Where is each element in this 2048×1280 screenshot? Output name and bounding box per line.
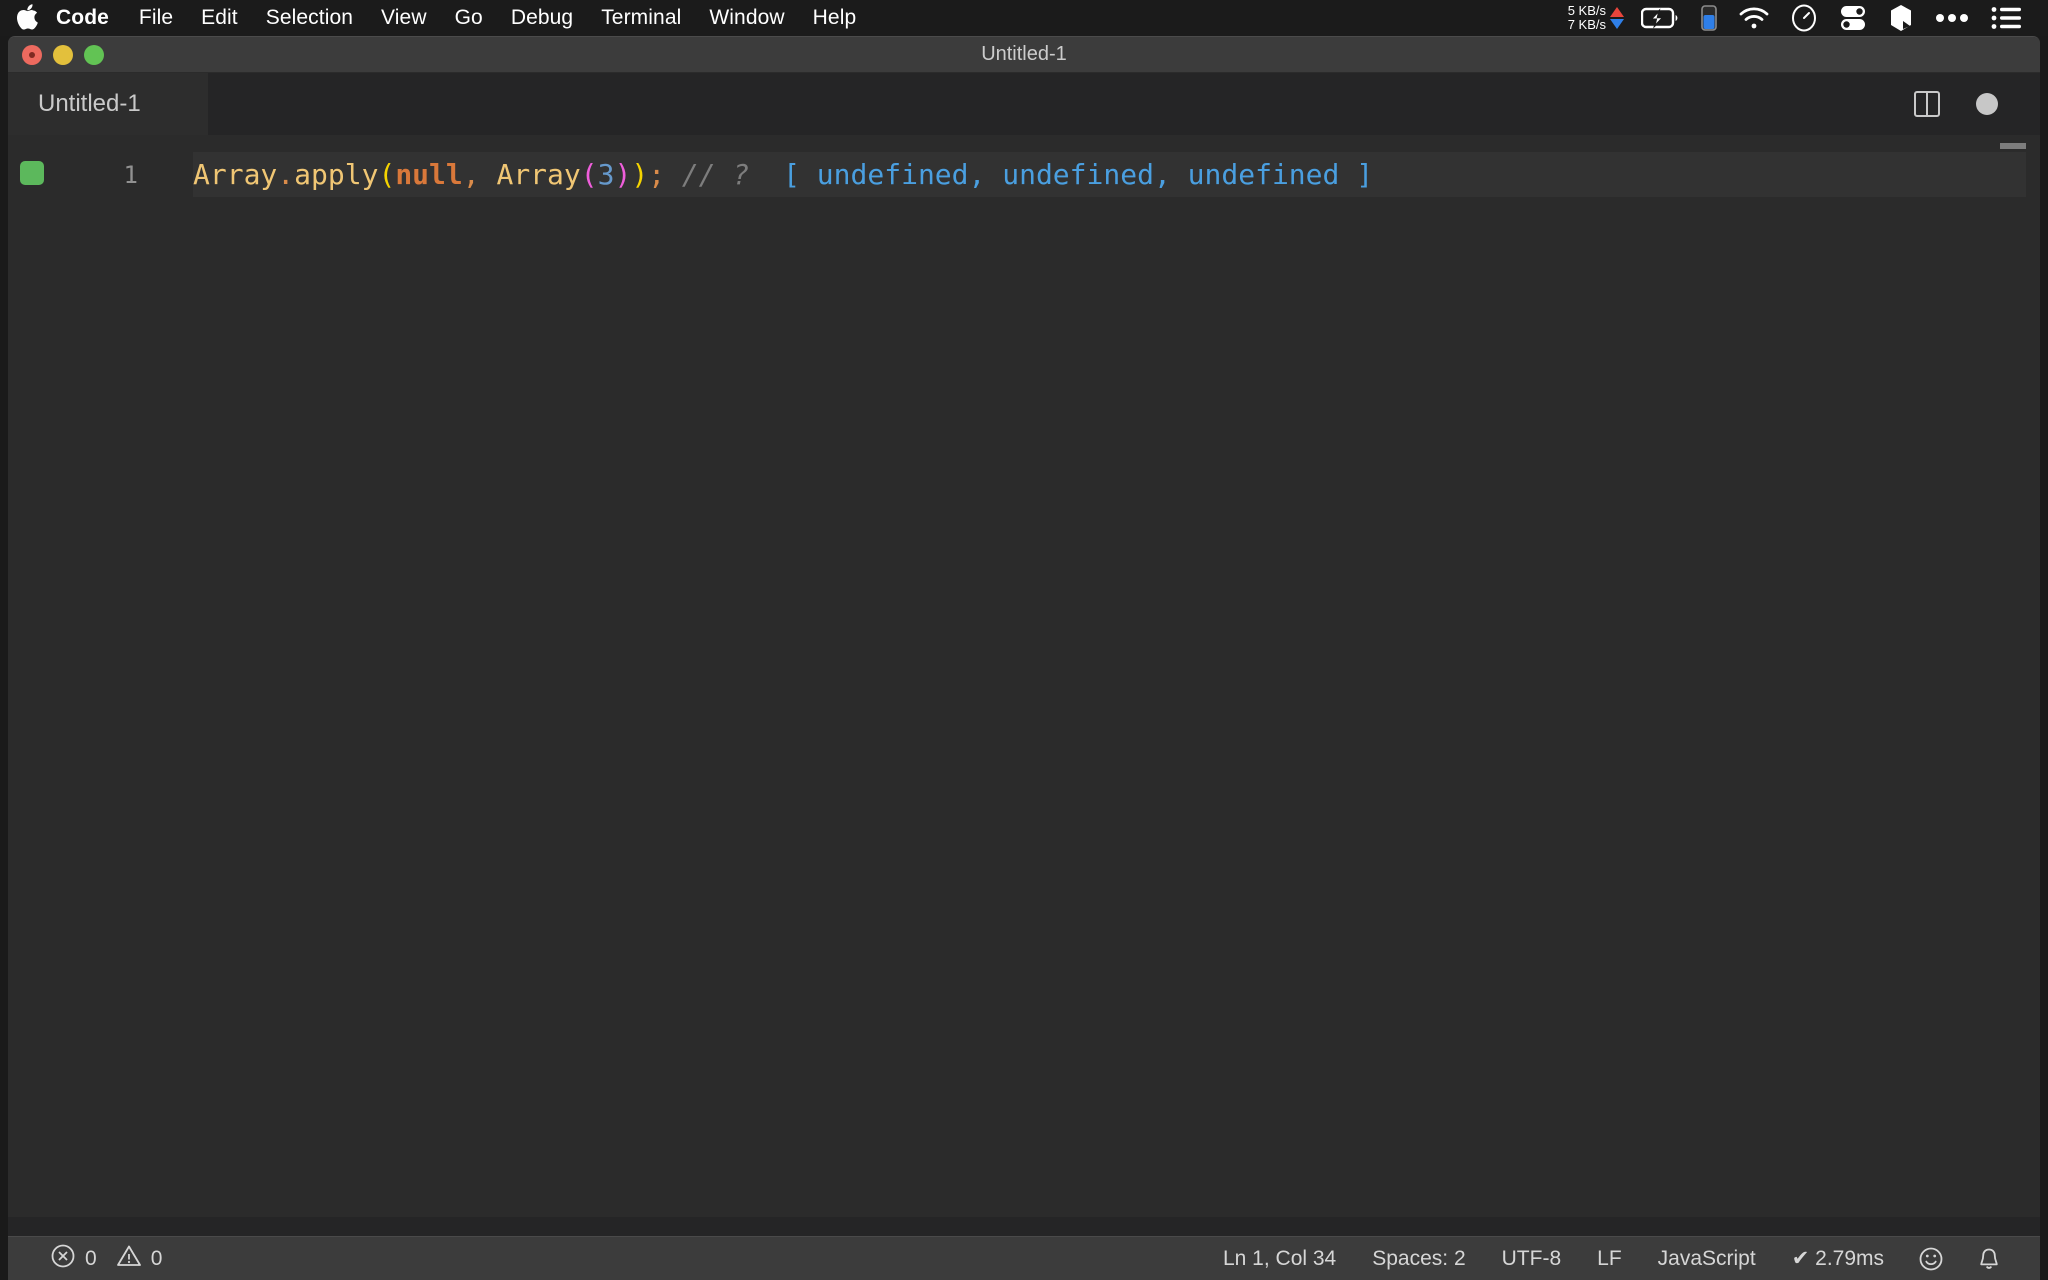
token-dot: .	[277, 158, 295, 191]
token-comment: // ?	[681, 158, 750, 191]
clock-gauge-icon[interactable]	[1780, 0, 1828, 36]
quokka-runtime-status[interactable]: ✔ 2.79ms	[1774, 1246, 1902, 1271]
token-apply: apply	[294, 158, 379, 191]
indentation-status[interactable]: Spaces: 2	[1354, 1247, 1483, 1271]
editor-tab-bar: Untitled-1	[8, 73, 2040, 135]
token-open-paren-2: (	[580, 158, 598, 191]
menu-item-edit[interactable]: Edit	[187, 0, 252, 36]
token-space-3	[749, 158, 783, 191]
tab-untitled-1[interactable]: Untitled-1	[8, 73, 208, 135]
menu-bar-status-tray: 5 KB/s 7 KB/s	[1558, 0, 2048, 36]
token-null: null	[395, 158, 463, 191]
menu-item-go[interactable]: Go	[441, 0, 497, 36]
upload-speed-label: 5 KB/s	[1567, 3, 1606, 18]
line-number: 1	[123, 160, 138, 189]
token-semicolon: ;	[648, 158, 666, 191]
quokka-inline-result: [ undefined, undefined, undefined ]	[783, 158, 1374, 191]
cube-icon[interactable]	[1878, 0, 1924, 36]
control-center-list-icon[interactable]	[1980, 0, 2032, 36]
smiley-feedback-icon[interactable]	[1902, 1246, 1960, 1272]
menu-item-terminal[interactable]: Terminal	[587, 0, 695, 36]
menu-item-help[interactable]: Help	[799, 0, 871, 36]
token-close-paren-1: )	[631, 158, 649, 191]
token-space-1	[480, 158, 497, 191]
vscode-window: Untitled-1 Untitled-1 1 Array. apply(null…	[8, 36, 2040, 1280]
eol-status[interactable]: LF	[1579, 1247, 1640, 1271]
error-circle-icon	[50, 1243, 76, 1275]
menu-bar-items: Code File Edit Selection View Go Debug T…	[0, 0, 870, 36]
token-space-2	[665, 158, 682, 191]
token-array-2: Array	[496, 158, 581, 191]
macos-menu-bar: Code File Edit Selection View Go Debug T…	[0, 0, 2048, 36]
token-close-paren-2: )	[614, 158, 632, 191]
menu-item-code[interactable]: Code	[44, 0, 125, 36]
token-comma: ,	[462, 158, 480, 191]
window-title-bar: Untitled-1	[8, 37, 2040, 73]
code-line-content[interactable]: Array. apply(null, Array(3)); // ? [ unde…	[193, 152, 1373, 197]
language-mode-status[interactable]: JavaScript	[1640, 1247, 1774, 1271]
menu-item-file[interactable]: File	[125, 0, 187, 36]
wifi-icon[interactable]	[1728, 0, 1780, 36]
encoding-status[interactable]: UTF-8	[1484, 1247, 1580, 1271]
status-bar-left: 0 0	[8, 1243, 180, 1275]
status-bar-right: Ln 1, Col 34 Spaces: 2 UTF-8 LF JavaScri…	[1205, 1246, 2040, 1272]
network-speed-indicator[interactable]: 5 KB/s 7 KB/s	[1558, 4, 1630, 32]
menu-item-selection[interactable]: Selection	[252, 0, 367, 36]
cursor-position-status[interactable]: Ln 1, Col 34	[1205, 1247, 1354, 1271]
problems-status[interactable]: 0 0	[32, 1243, 180, 1275]
menu-item-window[interactable]: Window	[695, 0, 798, 36]
code-editor-area[interactable]: 1 Array. apply(null, Array(3)); // ? [ un…	[8, 135, 2040, 1217]
menu-item-debug[interactable]: Debug	[497, 0, 587, 36]
code-line-1: 1 Array. apply(null, Array(3)); // ? [ un…	[8, 152, 2040, 197]
window-title: Untitled-1	[981, 43, 1067, 65]
token-number-3: 3	[597, 158, 615, 191]
split-editor-icon[interactable]	[1914, 91, 1940, 117]
notifications-bell-icon[interactable]	[1960, 1246, 2018, 1272]
battery-charging-icon[interactable]	[1630, 0, 1690, 36]
toggles-icon[interactable]	[1828, 0, 1878, 36]
editor-action-buttons	[1914, 73, 2040, 135]
token-array: Array	[193, 158, 278, 191]
menu-item-view[interactable]: View	[367, 0, 441, 36]
ellipsis-icon[interactable]	[1924, 0, 1980, 36]
apple-logo-icon[interactable]	[0, 4, 44, 32]
warning-count: 0	[150, 1246, 163, 1270]
unsaved-dot-icon[interactable]	[1976, 93, 1998, 115]
blue-bar-indicator-icon[interactable]	[1690, 0, 1728, 36]
editor-scrollbar-thumb[interactable]	[2000, 143, 2026, 149]
status-bar: 0 0 Ln 1, Col 34 Spaces: 2 UTF-8 LF Java…	[8, 1236, 2040, 1280]
quokka-line-marker-icon	[20, 161, 44, 185]
download-arrow-icon	[1610, 19, 1624, 29]
error-count: 0	[85, 1246, 97, 1270]
tab-label: Untitled-1	[38, 90, 141, 117]
warning-triangle-icon	[116, 1243, 142, 1275]
token-open-paren-1: (	[378, 158, 396, 191]
editor-vertical-scrollbar[interactable]	[2026, 135, 2040, 1217]
tab-bar-filler	[208, 73, 1914, 135]
upload-arrow-icon	[1610, 7, 1624, 17]
download-speed-label: 7 KB/s	[1567, 17, 1606, 32]
